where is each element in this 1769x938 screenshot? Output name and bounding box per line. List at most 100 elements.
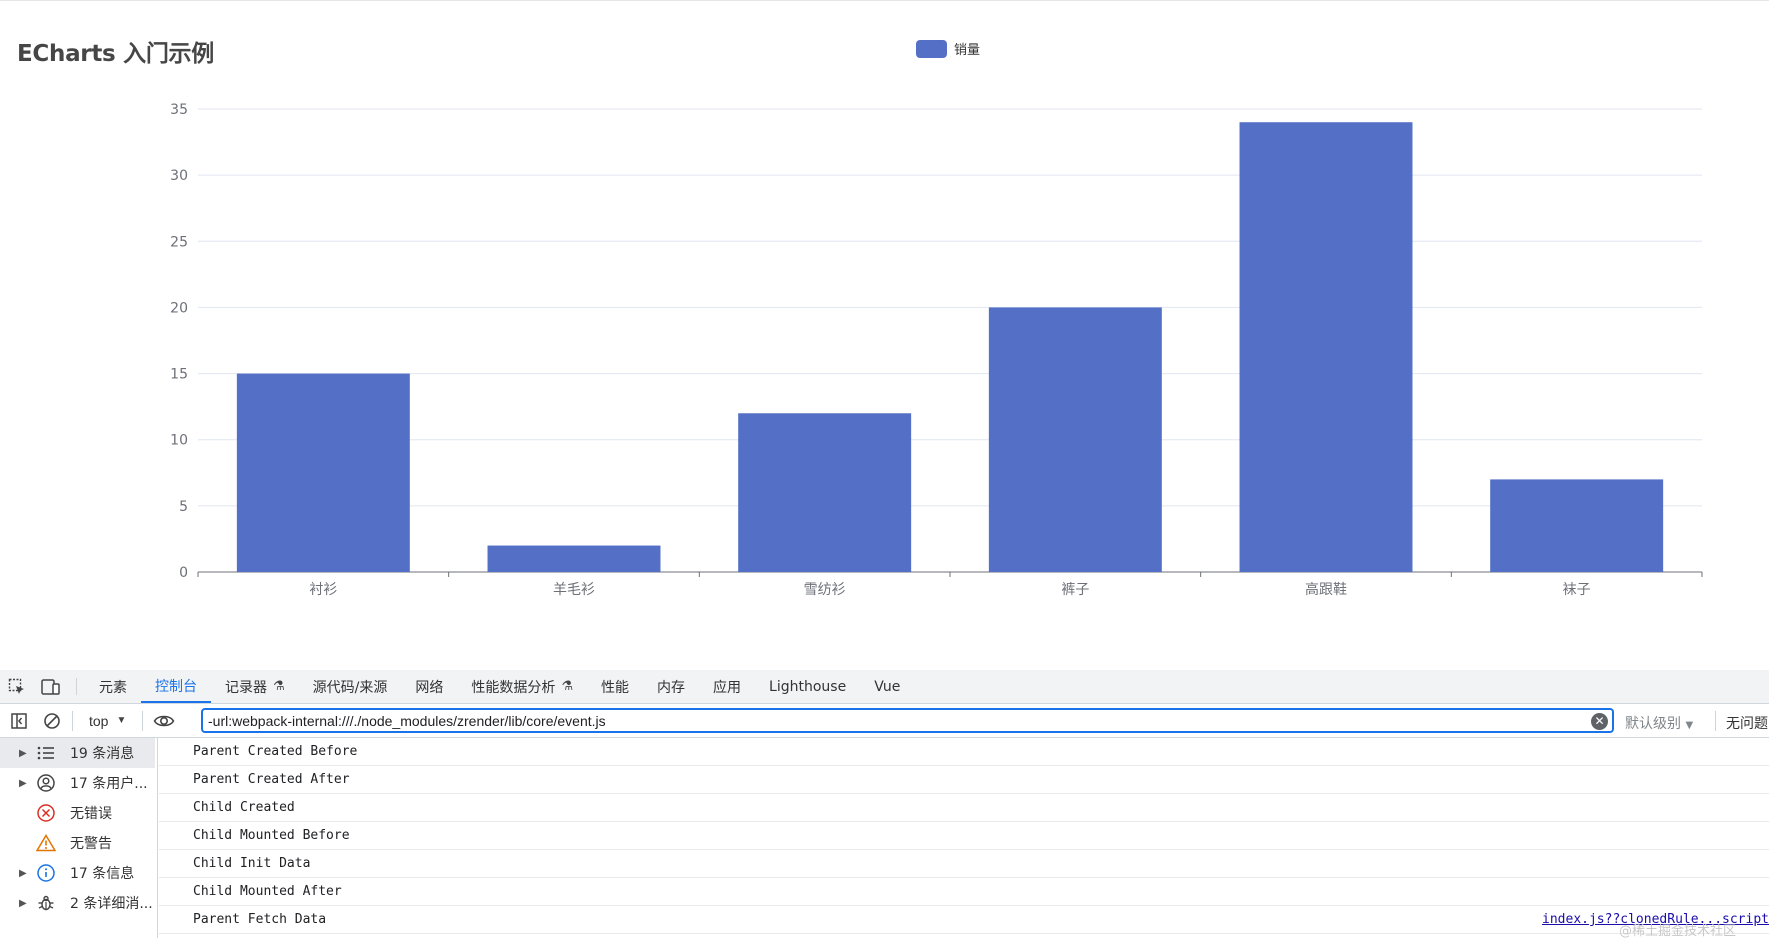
chart-area: ECharts 入门示例 销量 0 5 10 15 20 25 30 35 衬衫 羊毛衫 雪纺衫 裤子… [0,0,1769,670]
sidebar-item-label: 无错误 [70,806,112,822]
sidebar-item-0[interactable]: ▶ 19 条消息 [0,738,155,768]
console-message: Parent Fetch Data [193,912,327,927]
tab-1[interactable]: 控制台 [141,670,211,703]
tab-2[interactable]: 记录器 ⚗ [211,670,299,703]
bar-2[interactable] [738,413,912,572]
tab-label: 内存 [657,679,686,696]
sidebar-item-3[interactable]: 无警告 [0,828,157,858]
tab-label: 网络 [415,679,444,696]
watermark-text: @稀土掘金技术社区 [1619,924,1737,938]
warning-icon [36,833,56,853]
console-message: Child Created [193,800,295,815]
tab-0[interactable]: 元素 [85,670,141,703]
tab-label: 控制台 [155,678,197,695]
log-level-value: 默认级别 [1625,716,1681,732]
expand-arrow-icon[interactable]: ▶ [19,778,27,789]
toolbar-separator [72,710,73,731]
list-icon [36,743,56,763]
tab-7[interactable]: 内存 [643,670,699,703]
x-tick-label: 羊毛衫 [553,582,595,598]
bar-0[interactable] [236,373,410,572]
console-filter-input[interactable] [208,712,1583,729]
sidebar-item-label: 17 条信息 [70,866,135,882]
y-tick-label: 10 [170,433,188,449]
bar-5[interactable] [1490,479,1664,572]
sidebar-item-label: 19 条消息 [70,746,135,762]
tab-label: 元素 [99,679,127,696]
experimental-flask-icon: ⚗ [561,679,574,694]
y-tick-label: 30 [170,168,188,184]
tab-5[interactable]: 性能数据分析 ⚗ [457,670,587,703]
sidebar-item-label: 2 条详细消... [70,896,153,912]
sidebar-item-4[interactable]: ▶ 17 条信息 [0,858,157,888]
tab-8[interactable]: 应用 [699,670,755,703]
user-icon [36,773,56,793]
tab-list: 元素 控制台 记录器 ⚗ 源代码/来源 网络 性能数据分析 ⚗ 性能 内存 应用 Lighthouse… [85,670,914,703]
issues-counter[interactable]: 无问题 [1726,713,1768,733]
dropdown-arrow-icon: ▼ [1685,720,1694,731]
sidebar-item-1[interactable]: ▶ 17 条用户... [0,768,157,798]
y-tick-label: 15 [170,367,188,383]
y-tick-label: 35 [170,102,188,118]
console-log-row: Child Init Data [159,850,1769,878]
console-log-row: Child Mounted After [159,878,1769,906]
tab-separator [76,678,77,695]
console-message: Child Init Data [193,856,311,871]
console-toolbar: top ▼ ✕ 默认级别 ▼ 无问题 [0,704,1769,738]
log-level-select[interactable]: 默认级别 ▼ [1625,713,1693,733]
console-log-row: Parent Created Before [159,738,1769,766]
y-tick-label: 0 [179,565,188,581]
console-log-row: Child Created [159,794,1769,822]
expand-arrow-icon[interactable]: ▶ [19,868,27,879]
x-tick-label: 高跟鞋 [1305,581,1347,598]
clear-console-icon[interactable] [38,704,66,738]
tab-label: 应用 [713,679,742,696]
bar-3[interactable] [988,307,1162,572]
y-tick-label: 25 [170,234,188,250]
live-expression-eye-icon[interactable] [149,704,179,738]
tab-4[interactable]: 网络 [401,670,457,703]
devtools-panel: 元素 控制台 记录器 ⚗ 源代码/来源 网络 性能数据分析 ⚗ 性能 内存 应用 Lighthouse… [0,670,1769,938]
error-icon [36,803,56,823]
inspect-element-icon[interactable] [0,670,34,703]
x-tick-label: 衬衫 [309,582,337,598]
console-message: Parent Created Before [193,744,358,759]
tab-9[interactable]: Lighthouse [755,670,860,703]
bar-1[interactable] [487,545,661,572]
x-tick-label: 裤子 [1061,582,1089,598]
toolbar-separator [1715,711,1716,731]
console-log-row: Parent Created After [159,766,1769,794]
sidebar-item-label: 17 条用户... [70,776,148,792]
info-icon [36,863,56,883]
console-message: Parent Created After [193,772,350,787]
x-tick-label: 袜子 [1563,582,1591,598]
bar-4[interactable] [1239,122,1413,572]
console-log: Parent Created Before Parent Created Afte… [159,738,1769,938]
experimental-flask-icon: ⚗ [273,679,285,694]
x-tick-label: 雪纺衫 [804,582,846,598]
tab-6[interactable]: 性能 [587,670,643,703]
tab-10[interactable]: Vue [860,670,914,703]
tab-label: Lighthouse [769,678,847,695]
context-select[interactable]: top ▼ [79,713,136,729]
console-sidebar: ▶ 19 条消息 ▶ 17 条用户... 无错误无警告 ▶ 17 条信息 ▶ 2 条详细消... [0,738,158,938]
y-tick-label: 5 [179,499,188,515]
device-toolbar-icon[interactable] [34,670,68,703]
expand-arrow-icon[interactable]: ▶ [19,748,27,759]
tab-label: 记录器 [225,679,267,696]
console-message: Child Mounted After [193,884,342,899]
tab-label: 性能 [601,679,630,696]
y-tick-label: 20 [170,300,188,316]
sidebar-item-2[interactable]: 无错误 [0,798,157,828]
expand-arrow-icon[interactable]: ▶ [19,898,27,909]
tab-3[interactable]: 源代码/来源 [299,670,402,703]
console-log-row: Child Mounted Before [159,822,1769,850]
sidebar-item-5[interactable]: ▶ 2 条详细消... [0,888,157,918]
bug-icon [36,893,56,913]
sidebar-toggle-icon[interactable] [0,704,38,738]
sidebar-item-label: 无警告 [70,836,112,852]
toolbar-separator [142,710,144,731]
console-filter-field[interactable]: ✕ [201,708,1614,733]
console-message: Child Mounted Before [193,828,350,843]
clear-filter-icon[interactable]: ✕ [1591,713,1608,730]
